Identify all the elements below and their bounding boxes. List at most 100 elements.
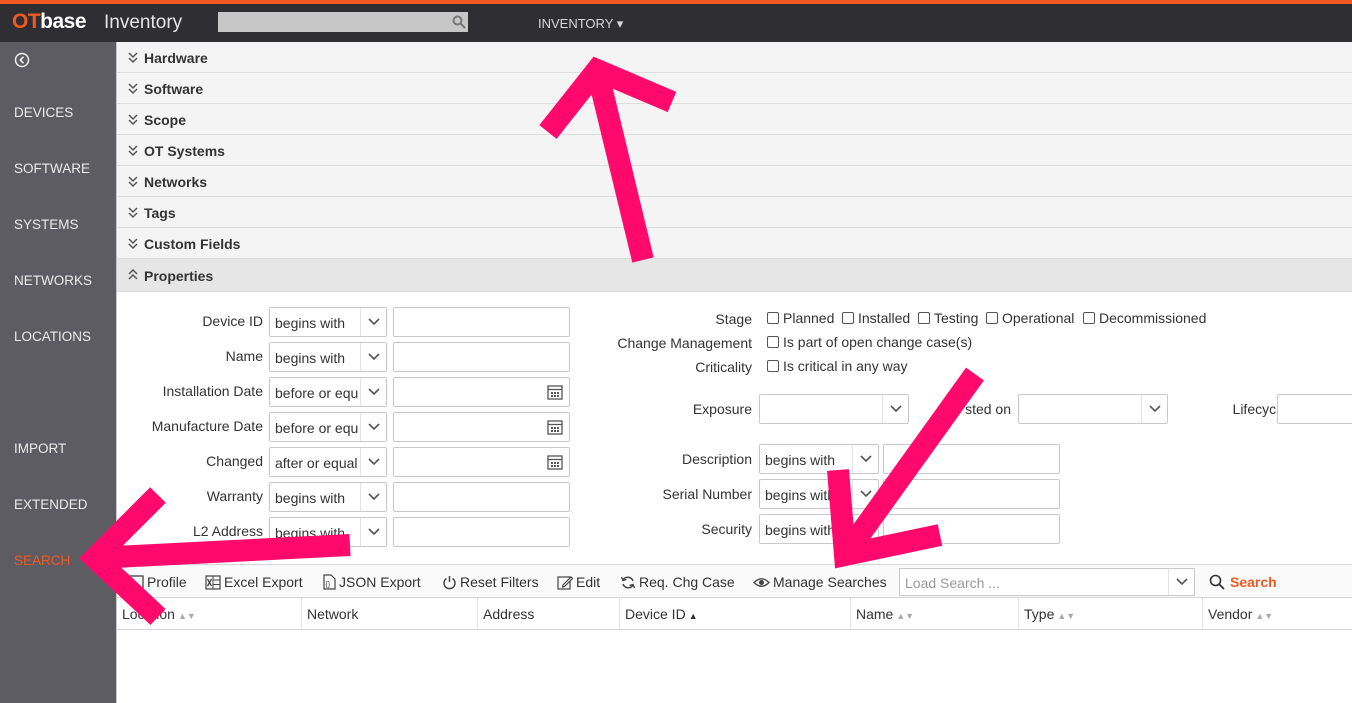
- operator-select[interactable]: begins with: [269, 307, 387, 337]
- profile-button[interactable]: Profile: [129, 574, 187, 590]
- operator-select[interactable]: begins with: [759, 444, 879, 474]
- filter-label: Manufacture Date: [151, 418, 263, 434]
- search-icon: [1209, 574, 1225, 590]
- stage-installed-checkbox[interactable]: Installed: [842, 310, 910, 326]
- app-window: OTbase Inventory INVENTORY ▾ DEVICES SOF…: [0, 0, 1352, 703]
- sort-icon: ▲▼: [896, 611, 915, 621]
- open-change-case-checkbox[interactable]: Is part of open change case(s): [767, 334, 972, 350]
- global-search-input[interactable]: [218, 12, 468, 32]
- load-search-select[interactable]: Load Search ...: [899, 568, 1195, 596]
- sidebar-item-software[interactable]: SOFTWARE: [14, 161, 90, 176]
- svg-text:{}: {}: [326, 582, 331, 589]
- operator-select[interactable]: before or equ: [269, 412, 387, 442]
- circle-chevron-left-icon[interactable]: [14, 52, 30, 68]
- accordion-ot-systems[interactable]: OT Systems: [117, 135, 1352, 166]
- sidebar-item-networks[interactable]: NETWORKS: [14, 273, 92, 288]
- double-chevron-down-icon: [128, 52, 138, 64]
- operator-select[interactable]: begins with: [759, 479, 879, 509]
- accordion-label: Scope: [144, 112, 187, 128]
- accordion-tags[interactable]: Tags: [117, 197, 1352, 228]
- calendar-icon[interactable]: [547, 419, 563, 435]
- column-header-type[interactable]: Type ▲▼: [1019, 598, 1203, 629]
- security-input[interactable]: [883, 514, 1060, 544]
- results-table-header: Location ▲▼ Network Address Device ID ▲ Na…: [117, 598, 1352, 630]
- search-icon[interactable]: [452, 15, 466, 29]
- chevron-down-icon: [890, 405, 902, 413]
- results-table-body: [117, 630, 1352, 703]
- accordion-hardware[interactable]: Hardware: [117, 42, 1352, 73]
- accordion-software[interactable]: Software: [117, 73, 1352, 104]
- chevron-down-icon: [860, 490, 872, 498]
- sidebar-item-devices[interactable]: DEVICES: [14, 105, 73, 120]
- column-header-network[interactable]: Network: [302, 598, 478, 629]
- filter-label: Security: [701, 521, 752, 537]
- sort-ascending-icon: ▲: [688, 611, 698, 621]
- double-chevron-down-icon: [128, 238, 138, 250]
- double-chevron-down-icon: [128, 83, 138, 95]
- sort-icon: ▲▼: [1255, 611, 1274, 621]
- stage-testing-checkbox[interactable]: Testing: [918, 310, 978, 326]
- column-header-location[interactable]: Location ▲▼: [117, 598, 302, 629]
- stage-operational-checkbox[interactable]: Operational: [986, 310, 1074, 326]
- sidebar-item-extended[interactable]: EXTENDED: [14, 497, 88, 512]
- column-header-device-id[interactable]: Device ID ▲: [620, 598, 851, 629]
- changed-date-input[interactable]: [393, 447, 570, 477]
- stage-label: Stage: [715, 311, 752, 327]
- operator-select[interactable]: before or equ: [269, 377, 387, 407]
- operator-select[interactable]: begins with: [269, 482, 387, 512]
- operator-select[interactable]: begins with: [269, 517, 387, 547]
- l2-address-input[interactable]: [393, 517, 570, 547]
- listed-on-select[interactable]: [1018, 394, 1168, 424]
- column-header-vendor[interactable]: Vendor ▲▼: [1203, 598, 1352, 629]
- json-export-button[interactable]: {} JSON Export: [322, 574, 421, 590]
- operator-select[interactable]: begins with: [269, 342, 387, 372]
- warranty-input[interactable]: [393, 482, 570, 512]
- logo-base-text: base: [40, 10, 87, 33]
- sidebar: DEVICES SOFTWARE SYSTEMS NETWORKS LOCATI…: [0, 42, 116, 703]
- change-management-label: Change Management: [617, 335, 752, 351]
- stage-decommissioned-checkbox[interactable]: Decommissioned: [1083, 310, 1206, 326]
- manufacture-date-input[interactable]: [393, 412, 570, 442]
- manage-searches-button[interactable]: Manage Searches: [753, 574, 887, 590]
- req-chg-case-button[interactable]: Req. Chg Case: [620, 574, 735, 590]
- search-button[interactable]: Search: [1209, 574, 1277, 590]
- accordion-scope[interactable]: Scope: [117, 104, 1352, 135]
- name-input[interactable]: [393, 342, 570, 372]
- sidebar-item-systems[interactable]: SYSTEMS: [14, 217, 79, 232]
- lifecycle-select[interactable]: [1277, 394, 1352, 424]
- chevron-down-icon: [1176, 578, 1188, 586]
- sidebar-item-search[interactable]: SEARCH: [14, 553, 70, 568]
- filter-label: Warranty: [206, 488, 263, 504]
- calendar-icon[interactable]: [547, 454, 563, 470]
- criticality-label: Criticality: [695, 359, 752, 375]
- double-chevron-down-icon: [128, 114, 138, 126]
- column-header-name[interactable]: Name ▲▼: [851, 598, 1019, 629]
- excel-export-button[interactable]: Excel Export: [205, 574, 303, 590]
- accordion-networks[interactable]: Networks: [117, 166, 1352, 197]
- accordion-custom-fields[interactable]: Custom Fields: [117, 228, 1352, 259]
- critical-checkbox[interactable]: Is critical in any way: [767, 358, 907, 374]
- app-title: Inventory: [104, 12, 183, 33]
- stage-planned-checkbox[interactable]: Planned: [767, 310, 834, 326]
- exposure-select[interactable]: [759, 394, 909, 424]
- operator-select[interactable]: after or equal: [269, 447, 387, 477]
- installation-date-input[interactable]: [393, 377, 570, 407]
- description-input[interactable]: [883, 444, 1060, 474]
- json-file-icon: {}: [323, 574, 336, 590]
- chevron-down-icon: [860, 525, 872, 533]
- operator-select[interactable]: begins with: [759, 514, 879, 544]
- chevron-down-icon: [368, 388, 380, 396]
- column-header-address[interactable]: Address: [478, 598, 620, 629]
- chevron-down-icon: [368, 353, 380, 361]
- accordion-properties[interactable]: Properties: [117, 259, 1352, 292]
- sidebar-item-import[interactable]: IMPORT: [14, 441, 66, 456]
- serial-number-input[interactable]: [883, 479, 1060, 509]
- device-id-input[interactable]: [393, 307, 570, 337]
- edit-button[interactable]: Edit: [557, 574, 600, 590]
- reset-filters-button[interactable]: Reset Filters: [442, 574, 539, 590]
- accordion-label: Networks: [144, 174, 208, 190]
- otbase-logo[interactable]: OTbase: [12, 10, 87, 34]
- calendar-icon[interactable]: [547, 384, 563, 400]
- sidebar-item-locations[interactable]: LOCATIONS: [14, 329, 91, 344]
- inventory-menu[interactable]: INVENTORY ▾: [538, 16, 623, 32]
